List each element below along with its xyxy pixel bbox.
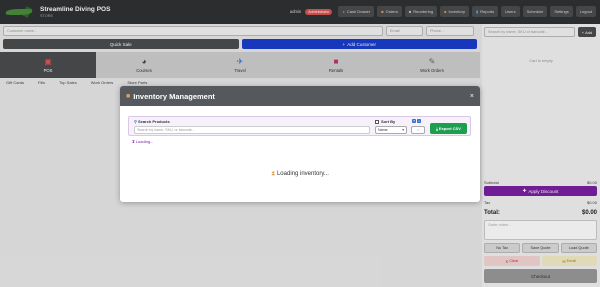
sort-checkbox[interactable]	[375, 119, 379, 124]
box-icon: ■	[126, 92, 131, 100]
hourglass-icon: ⧗	[271, 171, 276, 177]
sort-direction-select[interactable]: ↑	[411, 126, 425, 134]
inventory-modal: ■ Inventory Management × ⚲ Search Product…	[120, 86, 480, 202]
sort-direction-icons: ? i	[412, 119, 421, 123]
hourglass-icon: ⧗	[132, 139, 135, 144]
info-icon[interactable]: i	[417, 119, 421, 123]
sort-by-select[interactable]: Name ▾	[375, 126, 407, 134]
search-products-label: ⚲ Search Products	[134, 119, 170, 124]
help-icon[interactable]: ?	[412, 119, 416, 123]
sort-by-label: Sort By	[375, 119, 395, 124]
close-icon[interactable]: ×	[470, 93, 474, 100]
product-search-input[interactable]: Search by name, SKU, or barcode...	[134, 126, 370, 134]
filter-panel: ⚲ Search Products Search by name, SKU, or…	[128, 116, 471, 136]
modal-title: Inventory Management	[133, 91, 215, 101]
chevron-down-icon: ▾	[402, 128, 404, 132]
loading-status: ⧗ Loading...	[132, 139, 154, 144]
modal-header: ■ Inventory Management ×	[120, 86, 480, 106]
export-csv-button[interactable]: ⤓ Export CSV	[430, 123, 467, 134]
loading-inventory-message: ⧗ Loading inventory...	[271, 171, 329, 177]
search-icon: ⚲	[134, 119, 137, 124]
download-icon: ⤓	[436, 126, 438, 131]
